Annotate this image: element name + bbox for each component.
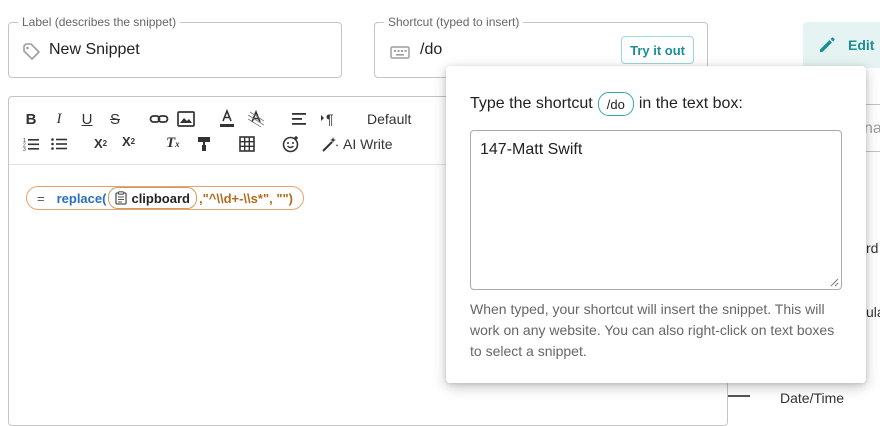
formula-equals: = (37, 190, 45, 206)
try-it-out-button[interactable]: Try it out (621, 36, 694, 64)
try-it-out-popover: Type the shortcut /do in the text box: 1… (446, 66, 866, 383)
shortcut-field-legend: Shortcut (typed to insert) (384, 15, 524, 29)
formula-function: replace( (56, 190, 107, 206)
ai-write-button[interactable]: AI Write (343, 136, 393, 152)
popover-title: Type the shortcut /do in the text box: (470, 92, 743, 116)
shortcut-input[interactable]: /do (420, 41, 442, 59)
formula-chip[interactable]: = replace( clipboard ,"^\\d+-\\s*", "") (26, 186, 304, 210)
right-search-fragment: na (864, 120, 880, 137)
svg-text:3: 3 (23, 147, 26, 151)
test-textarea[interactable]: 147-Matt Swift (470, 130, 842, 290)
pencil-icon (820, 37, 835, 52)
label-field-legend: Label (describes the snippet) (18, 15, 181, 29)
svg-text:¶: ¶ (326, 111, 334, 127)
numbered-list-icon[interactable]: 123 (23, 137, 39, 151)
clipboard-chip[interactable]: clipboard (108, 187, 197, 209)
popover-help-text: When typed, your shortcut will insert th… (470, 301, 835, 359)
tag-icon (23, 43, 40, 60)
popover-shortcut-chip: /do (597, 92, 634, 116)
test-textarea-value: 147-Matt Swift (480, 141, 583, 158)
right-item-fragment-1: rd (866, 240, 879, 256)
formula-args: ,"^\\d+-\\s*", "") (198, 190, 293, 206)
underline-button[interactable]: U (79, 110, 95, 128)
align-icon[interactable] (292, 112, 308, 126)
magic-wand-icon[interactable] (321, 136, 339, 152)
text-color-icon[interactable] (219, 109, 235, 129)
edit-tab-label: Edit (848, 37, 875, 53)
clipboard-icon (115, 191, 128, 205)
superscript-button[interactable]: X2 (122, 134, 135, 149)
clear-format-button[interactable]: Tx (166, 135, 180, 152)
italic-button[interactable]: I (51, 110, 67, 128)
popover-title-pre: Type the shortcut (470, 95, 593, 112)
clipboard-chip-label: clipboard (131, 190, 190, 206)
keyboard-icon (390, 46, 410, 59)
format-painter-icon[interactable] (197, 136, 211, 152)
link-icon[interactable] (149, 111, 169, 127)
strikethrough-button[interactable]: S (107, 110, 123, 128)
edit-tab[interactable]: Edit (803, 22, 880, 68)
bold-button[interactable]: B (23, 110, 39, 128)
highlight-icon[interactable] (247, 109, 265, 129)
image-icon[interactable] (177, 111, 195, 127)
datetime-item[interactable]: Date/Time (780, 390, 844, 406)
right-item-fragment-2: ula (866, 304, 880, 320)
paragraph-direction-icon[interactable]: ¶ (320, 111, 338, 127)
popover-title-post: in the text box: (638, 95, 743, 112)
label-field[interactable]: Label (describes the snippet) New Snippe… (8, 15, 342, 78)
resize-handle-icon[interactable] (830, 278, 839, 287)
calendar-icon (728, 395, 750, 407)
table-icon[interactable] (239, 136, 255, 152)
subscript-button[interactable]: X2 (94, 136, 107, 151)
bulleted-list-icon[interactable] (51, 137, 67, 151)
emoji-icon[interactable] (282, 135, 300, 153)
font-size-select[interactable]: Default (367, 111, 411, 127)
label-input[interactable]: New Snippet (49, 41, 140, 59)
